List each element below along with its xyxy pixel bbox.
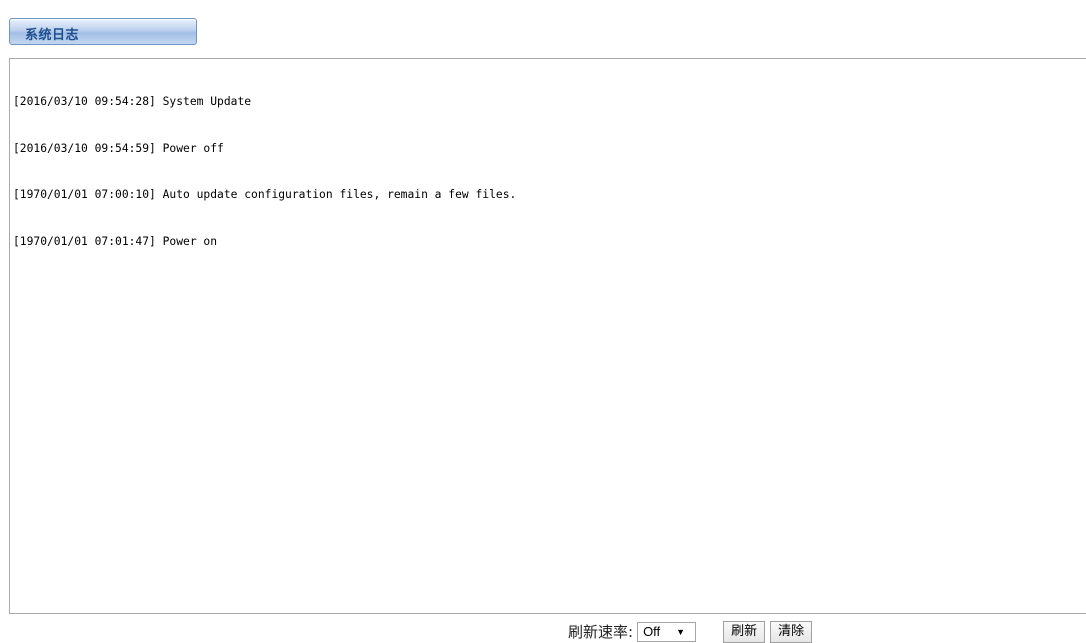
- system-log-page: 系统日志 [2016/03/10 09:54:28] System Update…: [0, 0, 1086, 643]
- log-textarea[interactable]: [2016/03/10 09:54:28] System Update [201…: [9, 58, 1086, 614]
- refresh-rate-label: 刷新速率:: [568, 623, 634, 641]
- log-line: [2016/03/10 09:54:28] System Update: [13, 95, 252, 108]
- log-controls: 刷新速率: Off ▼ 刷新 清除: [568, 621, 813, 643]
- log-line: [2016/03/10 09:54:59] Power off: [13, 141, 224, 155]
- log-line: [1970/01/01 07:01:47] Power on: [13, 234, 218, 248]
- system-log-tab[interactable]: 系统日志: [9, 18, 197, 45]
- refresh-button[interactable]: 刷新: [723, 621, 766, 643]
- refresh-rate-value: Off: [643, 624, 661, 639]
- clear-button[interactable]: 清除: [770, 621, 813, 643]
- log-line: [1970/01/01 07:00:10] Auto update config…: [13, 188, 517, 201]
- dropdown-arrow-icon: ▼: [676, 627, 686, 637]
- refresh-rate-select[interactable]: Off ▼: [637, 622, 697, 642]
- system-log-tab-label: 系统日志: [25, 28, 80, 43]
